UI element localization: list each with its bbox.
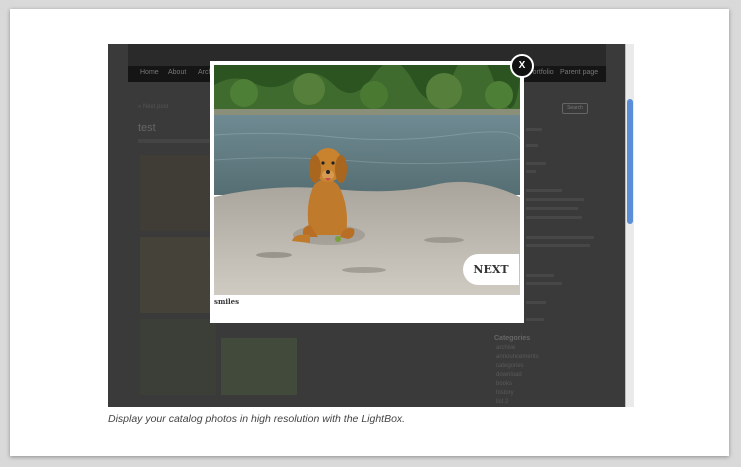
- lightbox-dialog: NEXT smiles: [210, 61, 524, 323]
- sidebar-text: [526, 128, 542, 131]
- sidebar-text: [526, 236, 594, 239]
- category-link[interactable]: history: [496, 390, 514, 396]
- category-link[interactable]: download: [496, 372, 522, 378]
- sidebar-text: [526, 144, 538, 147]
- category-link[interactable]: announcements: [496, 354, 539, 360]
- vertical-scrollbar[interactable]: [625, 44, 634, 407]
- category-link[interactable]: list 2: [496, 399, 508, 405]
- category-link[interactable]: books: [496, 381, 512, 387]
- sidebar-text: [526, 318, 544, 321]
- search-button[interactable]: Search: [562, 103, 588, 114]
- sidebar-text: [526, 274, 554, 277]
- scrollbar-thumb[interactable]: [627, 99, 633, 224]
- sidebar-text: [526, 162, 546, 165]
- gallery-thumb[interactable]: [140, 155, 210, 231]
- photo-caption: smiles: [214, 297, 240, 306]
- gallery-thumb[interactable]: [140, 319, 216, 395]
- sidebar-text: [526, 189, 562, 192]
- category-link[interactable]: categories: [496, 363, 524, 369]
- nav-parent-page[interactable]: Parent page: [560, 69, 598, 76]
- sidebar-text: [526, 170, 536, 173]
- categories-heading: Categories: [494, 335, 531, 342]
- post-meta: [138, 139, 218, 143]
- nav-about[interactable]: About: [168, 69, 186, 76]
- close-button[interactable]: X: [510, 54, 534, 78]
- sidebar-text: [526, 216, 582, 219]
- sidebar-text: [526, 207, 578, 210]
- figure-caption: Display your catalog photos in high reso…: [108, 413, 406, 425]
- gallery-thumb[interactable]: [140, 237, 210, 313]
- sidebar-text: [526, 301, 546, 304]
- next-button[interactable]: NEXT: [463, 254, 519, 285]
- sidebar-text: [526, 244, 590, 247]
- post-title: test: [138, 122, 156, 134]
- sidebar-text: [526, 198, 584, 201]
- gallery-thumb[interactable]: [221, 338, 297, 395]
- sidebar-text: [526, 282, 562, 285]
- prev-post-link[interactable]: « Next post: [138, 104, 168, 110]
- category-link[interactable]: archive: [496, 345, 515, 351]
- nav-home[interactable]: Home: [140, 69, 159, 76]
